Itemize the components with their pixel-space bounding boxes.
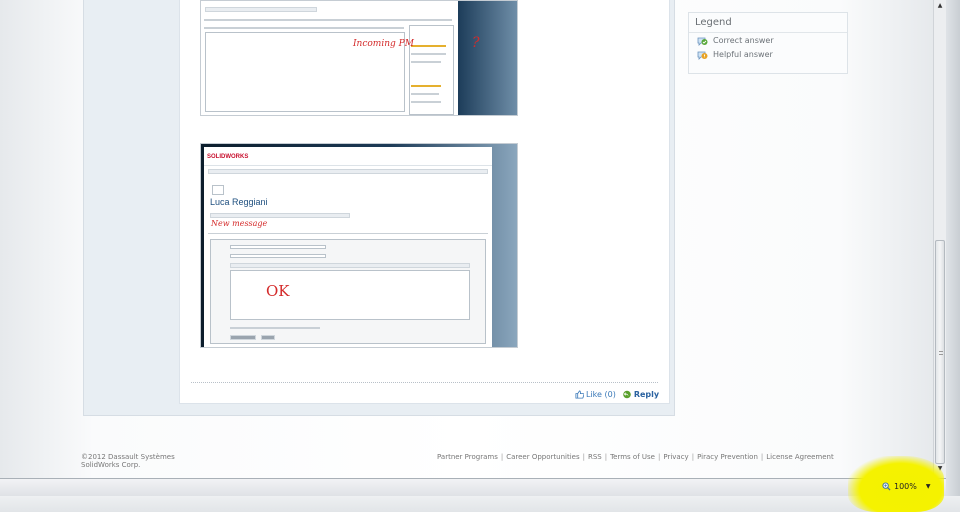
legend-title: Legend	[689, 13, 847, 33]
mini-page: SOLIDWORKS Luca Reggiani New message OK	[204, 147, 492, 347]
post-actions: Like (0) Reply	[575, 388, 659, 400]
footer-link-career-opportunities[interactable]: Career Opportunities	[506, 453, 579, 461]
mini-nav-bar	[208, 169, 488, 174]
footer-link-license-agreement[interactable]: License Agreement	[766, 453, 834, 461]
mini-input	[230, 245, 326, 249]
mini-input	[230, 254, 326, 258]
attachment-image-incoming-pm[interactable]: Incoming PM ?	[200, 0, 518, 116]
handwritten-question-mark: ?	[472, 35, 480, 51]
grip-icon	[939, 351, 943, 355]
scroll-thumb[interactable]	[935, 240, 945, 464]
footer-link-piracy-prevention[interactable]: Piracy Prevention	[697, 453, 758, 461]
mini-divider	[208, 233, 488, 234]
reply-label: Reply	[633, 389, 660, 399]
thumbs-up-icon	[575, 389, 584, 399]
footer-link-partner-programs[interactable]: Partner Programs	[437, 453, 498, 461]
correct-answer-icon	[697, 37, 708, 46]
window-frame-bottom	[0, 496, 960, 512]
footer-link-privacy[interactable]: Privacy	[663, 453, 688, 461]
mini-sidebar-item	[411, 45, 446, 47]
mini-logo: SOLIDWORKS	[207, 154, 249, 160]
footer-link-rss[interactable]: RSS	[588, 453, 602, 461]
mini-page	[201, 1, 458, 115]
handwritten-title: New message	[211, 219, 268, 228]
footer-links: Partner Programs | Career Opportunities …	[437, 453, 834, 461]
mini-sidebar-item	[411, 93, 439, 95]
mini-user-name: Luca Reggiani	[210, 197, 268, 207]
reply-icon	[623, 390, 631, 398]
post-separator	[191, 382, 658, 383]
scroll-up-arrow-icon[interactable]: ▲	[936, 2, 944, 10]
mini-sidebar-item	[411, 85, 441, 87]
mini-sidebar-item	[411, 53, 446, 55]
zoom-control[interactable]: 100% ▼	[882, 480, 931, 492]
mini-cancel-button	[261, 335, 275, 340]
mini-divider	[204, 19, 452, 21]
copyright-line: SolidWorks Corp.	[81, 461, 141, 469]
zoom-level: 100%	[894, 481, 917, 491]
status-bar	[0, 478, 946, 496]
mini-sidebar-item	[411, 61, 441, 63]
mini-checkbox-row	[230, 327, 320, 329]
legend-item-helpful: Helpful answer	[689, 48, 847, 61]
mini-tab-bar	[210, 213, 350, 218]
copyright-line: ©2012 Dassault Systèmes	[81, 453, 175, 461]
legend-label: Correct answer	[713, 36, 774, 45]
footer-copyright: ©2012 Dassault Systèmes SolidWorks Corp.	[81, 453, 175, 469]
legend-item-correct: Correct answer	[689, 34, 847, 47]
handwritten-ok: OK	[266, 282, 290, 300]
helpful-answer-icon	[697, 51, 708, 60]
mini-toolbar	[230, 263, 470, 268]
mini-sidebar-item	[411, 101, 441, 103]
mini-avatar	[212, 185, 224, 195]
like-label: Like (0)	[586, 389, 616, 399]
window-frame-edge	[946, 0, 960, 512]
chevron-down-icon[interactable]: ▼	[926, 483, 931, 490]
attachment-image-new-message[interactable]: SOLIDWORKS Luca Reggiani New message OK	[200, 143, 518, 348]
mini-tab-bar	[205, 7, 317, 12]
handwritten-annotation: Incoming PM	[353, 39, 414, 49]
like-button[interactable]: Like (0)	[575, 390, 616, 399]
magnifier-icon	[882, 481, 891, 491]
mini-divider	[204, 27, 404, 29]
legend-panel: Legend Correct answer Helpful answer	[688, 12, 848, 74]
mini-send-button	[230, 335, 256, 340]
legend-label: Helpful answer	[713, 50, 773, 59]
vertical-scrollbar[interactable]: ▲ ▼	[933, 0, 946, 478]
mini-divider	[204, 165, 492, 166]
footer-link-terms-of-use[interactable]: Terms of Use	[610, 453, 655, 461]
reply-button[interactable]: Reply	[622, 390, 659, 399]
